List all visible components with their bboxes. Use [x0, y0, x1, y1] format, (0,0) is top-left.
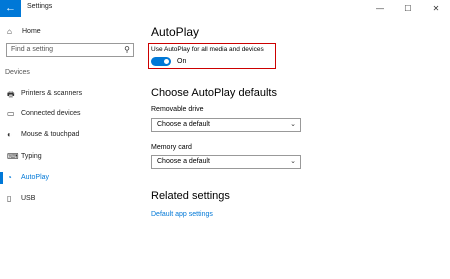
active-indicator — [0, 172, 3, 184]
sidebar-item-label: Connected devices — [21, 110, 81, 117]
sidebar-item-typing[interactable]: ⌨ Typing — [0, 150, 140, 164]
page-title: AutoPlay — [151, 25, 200, 39]
select-value: Choose a default — [157, 158, 210, 165]
usb-icon: ▯ — [7, 194, 12, 203]
memory-card-select[interactable]: Choose a default ⌄ — [151, 155, 301, 169]
defaults-heading: Choose AutoPlay defaults — [151, 87, 277, 99]
toggle-knob — [164, 59, 169, 64]
maximize-button[interactable]: ☐ — [394, 0, 422, 17]
printer-icon: 🖶 — [7, 90, 15, 99]
sidebar-item-autoplay[interactable]: ◔ AutoPlay — [0, 171, 140, 185]
chevron-down-icon: ⌄ — [290, 158, 296, 165]
sidebar-item-connected-devices[interactable]: ▭ Connected devices — [0, 107, 140, 121]
sidebar-item-label: Printers & scanners — [21, 90, 83, 97]
default-app-settings-link[interactable]: Default app settings — [151, 211, 213, 218]
title-bar: ← Settings — ☐ ✕ — [0, 0, 450, 17]
sidebar-item-mouse-touchpad[interactable]: ◐ Mouse & touchpad — [0, 128, 140, 142]
search-input[interactable]: Find a setting ⚲ — [6, 43, 134, 57]
window-title: Settings — [27, 3, 53, 10]
home-icon: ⌂ — [7, 27, 12, 36]
memory-card-label: Memory card — [151, 144, 192, 151]
related-settings-heading: Related settings — [151, 190, 230, 202]
sidebar-item-printers-scanners[interactable]: 🖶 Printers & scanners — [0, 87, 140, 101]
removable-drive-select[interactable]: Choose a default ⌄ — [151, 118, 301, 132]
window-controls: — ☐ ✕ — [366, 0, 450, 17]
close-button[interactable]: ✕ — [422, 0, 450, 17]
sidebar-item-usb[interactable]: ▯ USB — [0, 192, 140, 206]
sidebar-item-label: Mouse & touchpad — [21, 131, 80, 138]
sidebar: ⌂ Home Find a setting ⚲ Devices 🖶 Printe… — [0, 17, 140, 279]
autoplay-toggle-label: Use AutoPlay for all media and devices — [151, 46, 264, 53]
minimize-button[interactable]: — — [366, 0, 394, 17]
chevron-down-icon: ⌄ — [290, 121, 296, 128]
section-label: Devices — [5, 69, 30, 76]
sidebar-home[interactable]: ⌂ Home — [7, 27, 41, 36]
search-icon[interactable]: ⚲ — [124, 45, 130, 54]
device-icon: ▭ — [7, 109, 15, 118]
back-button[interactable]: ← — [0, 0, 21, 17]
search-placeholder: Find a setting — [11, 46, 54, 53]
sidebar-item-label: USB — [21, 195, 36, 202]
sidebar-item-label: AutoPlay — [21, 174, 50, 181]
mouse-icon: ◐ — [7, 130, 12, 139]
toggle-state: On — [177, 58, 187, 65]
autoplay-icon: ◔ — [7, 173, 12, 182]
autoplay-toggle[interactable] — [151, 57, 171, 66]
home-label: Home — [22, 28, 41, 35]
removable-drive-label: Removable drive — [151, 106, 204, 113]
main-content: AutoPlay Use AutoPlay for all media and … — [140, 17, 450, 279]
sidebar-item-label: Typing — [21, 153, 42, 160]
select-value: Choose a default — [157, 121, 210, 128]
back-arrow-icon: ← — [5, 2, 16, 14]
keyboard-icon: ⌨ — [7, 152, 19, 161]
